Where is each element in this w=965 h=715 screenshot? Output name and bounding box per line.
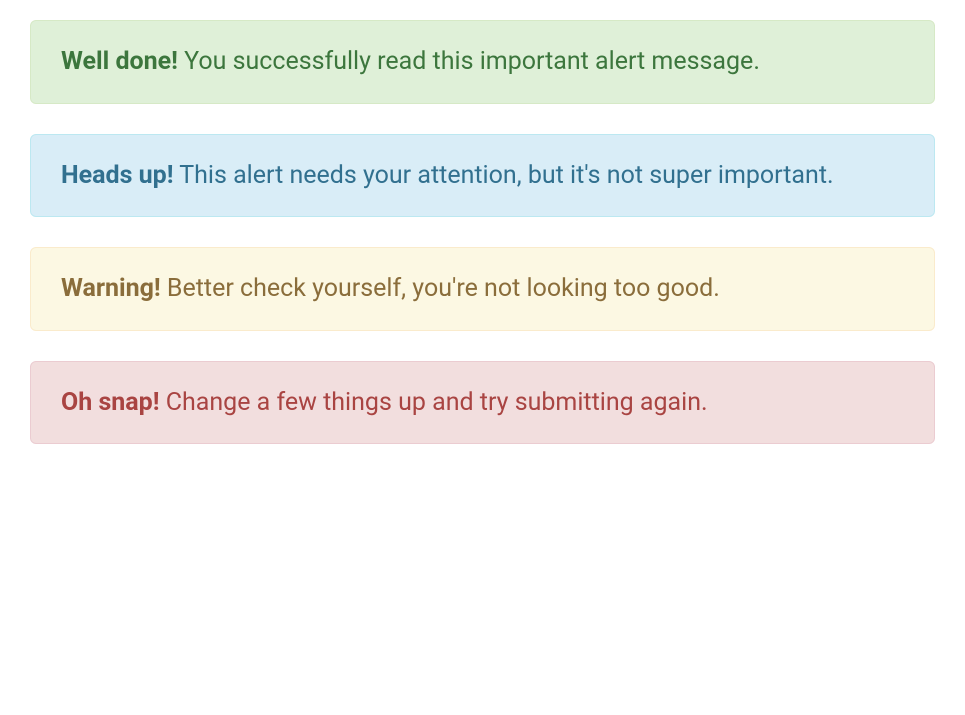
alert-success: Well done! You successfully read this im… bbox=[30, 20, 935, 104]
alert-warning-text: Better check yourself, you're not lookin… bbox=[161, 274, 720, 303]
alert-warning: Warning! Better check yourself, you're n… bbox=[30, 247, 935, 331]
alert-danger-text: Change a few things up and try submittin… bbox=[160, 388, 708, 417]
alert-success-text: You successfully read this important ale… bbox=[178, 47, 760, 76]
alert-info-strong: Heads up! bbox=[61, 161, 174, 190]
alert-info-text: This alert needs your attention, but it'… bbox=[174, 161, 834, 190]
alert-warning-strong: Warning! bbox=[61, 274, 161, 303]
alert-success-strong: Well done! bbox=[61, 47, 178, 76]
alert-danger: Oh snap! Change a few things up and try … bbox=[30, 361, 935, 445]
alert-info: Heads up! This alert needs your attentio… bbox=[30, 134, 935, 218]
alert-danger-strong: Oh snap! bbox=[61, 388, 160, 417]
